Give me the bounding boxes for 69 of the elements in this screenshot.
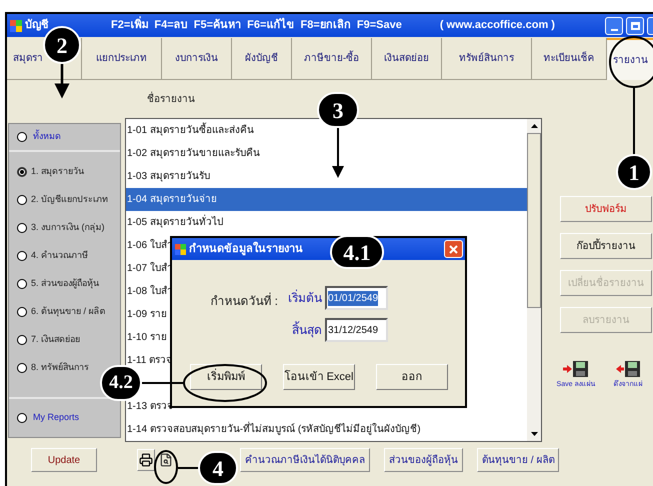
category-item[interactable]: 3. งบการเงิน (กลุ่ม): [17, 221, 105, 235]
scroll-thumb[interactable]: [527, 133, 541, 308]
radio-button[interactable]: [17, 132, 27, 142]
app-icon: [10, 20, 22, 32]
radio-button[interactable]: [17, 307, 27, 317]
date-field[interactable]: 01/01/2549: [325, 286, 388, 310]
dialog-title: กำหนดข้อมูลในรายงาน: [189, 240, 303, 258]
radio-button[interactable]: [17, 167, 27, 177]
category-item[interactable]: 8. ทรัพย์สินการ: [17, 361, 90, 375]
tab[interactable]: ทะเบียนเช็ค: [532, 38, 607, 80]
dialog-button[interactable]: เริ่มพิมพ์: [190, 364, 262, 390]
report-action-button[interactable]: ปรับฟอร์ม: [560, 196, 652, 222]
floppy-arrow-icon[interactable]: [563, 360, 589, 378]
radio-button[interactable]: [17, 413, 27, 423]
tab[interactable]: เงินสดย่อย: [372, 38, 442, 80]
leader-line: [633, 87, 635, 155]
category-item[interactable]: ทั้งหมด: [17, 130, 61, 144]
radio-button[interactable]: [17, 363, 27, 373]
column-header: ชื่อรายงาน: [147, 92, 195, 106]
tab[interactable]: งบการเงิน: [162, 38, 232, 80]
close-icon: [449, 244, 458, 254]
list-row[interactable]: 1-04 สมุดรายวันจ่าย: [126, 188, 527, 211]
category-item[interactable]: 1. สมุดรายวัน: [17, 165, 84, 179]
list-row[interactable]: 1-05 สมุดรายวันทั่วไป: [126, 211, 527, 234]
scroll-up-icon[interactable]: [530, 124, 538, 128]
update-button[interactable]: Update: [31, 448, 97, 472]
date-field-label: เริ่มต้น: [287, 289, 323, 307]
website-label: ( www.accoffice.com ): [440, 18, 555, 34]
tab[interactable]: แยกประเภท: [82, 38, 162, 80]
leader-line: [178, 467, 199, 469]
radio-button[interactable]: [17, 335, 27, 345]
report-action-button[interactable]: ก๊อปปี้รายงาน: [560, 233, 652, 259]
tab[interactable]: ผังบัญชี: [232, 38, 292, 80]
dialog-button[interactable]: ออก: [376, 364, 448, 390]
report-shortcut-button[interactable]: ส่วนของผู้ถือหุ้น: [384, 448, 463, 472]
floppy-arrow-icon[interactable]: [615, 360, 641, 378]
arrow: [332, 128, 344, 178]
report-shortcut-button[interactable]: ต้นทุนขาย / ผลิต: [477, 448, 560, 472]
shortcut-hints: F2=เพิ่ม F4=ลบ F5=ค้นหา F6=แก้ไข F8=ยกเลิก F9=Save: [111, 17, 402, 34]
arrow: [54, 64, 70, 98]
close-button[interactable]: [647, 16, 653, 34]
category-item[interactable]: 4. คำนวณภาษี: [17, 249, 88, 263]
dialog-button[interactable]: โอนเข้า Excel: [283, 364, 355, 390]
category-item[interactable]: 5. ส่วนของผู้ถือหุ้น: [17, 277, 100, 291]
tab[interactable]: ทรัพย์สินการ: [442, 38, 532, 80]
category-item[interactable]: 7. เงินสดย่อย: [17, 333, 80, 347]
list-row[interactable]: 1-02 สมุดรายวันขายและรับคืน: [126, 142, 527, 165]
report-shortcut-button[interactable]: คำนวณภาษีเงินได้นิติบุคคล: [240, 448, 370, 472]
category-item[interactable]: 2. บัญชีแยกประเภท: [17, 193, 108, 207]
category-item[interactable]: My Reports: [17, 411, 80, 425]
minimize-button[interactable]: [605, 16, 623, 34]
date-field[interactable]: 31/12/2549: [325, 318, 388, 342]
date-label: กำหนดวันที่ :: [210, 292, 278, 310]
tab[interactable]: รายงาน: [607, 38, 653, 80]
radio-button[interactable]: [17, 251, 27, 261]
list-row[interactable]: 1-14 ตรวจสอบสมุดรายวัน-ที่ไม่สมบูรณ์ (รหัสบัญชีไม่มีอยู่ในผังบัญชี): [126, 418, 527, 441]
printer-icon[interactable]: [137, 449, 155, 471]
close-button[interactable]: [444, 240, 463, 258]
radio-button[interactable]: [17, 279, 27, 289]
scroll-down-icon[interactable]: [530, 432, 538, 436]
radio-button[interactable]: [17, 195, 27, 205]
radio-button[interactable]: [17, 223, 27, 233]
app-icon: [175, 244, 186, 254]
list-row[interactable]: 1-03 สมุดรายวันรับ: [126, 165, 527, 188]
tab[interactable]: ภาษีขาย-ซื้อ: [292, 38, 372, 80]
category-item[interactable]: 6. ต้นทุนขาย / ผลิต: [17, 305, 106, 319]
scrollbar[interactable]: [527, 119, 541, 441]
maximize-button[interactable]: [626, 16, 644, 34]
date-field-label: สิ้นสุด: [291, 321, 323, 339]
